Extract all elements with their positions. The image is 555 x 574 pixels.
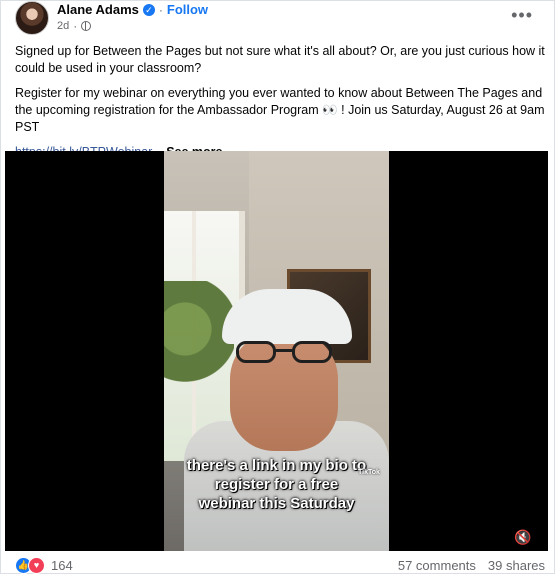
verified-badge-icon: ✓ [142,3,155,16]
caption-line-1: there's a link in my bio to [186,457,367,474]
name-row: Alane Adams ✓ · Follow [57,2,208,17]
person-cap [222,289,352,344]
shares-count[interactable]: 39 shares [488,558,545,573]
post-time[interactable]: 2d [57,20,69,32]
separator-dot: · [73,19,78,33]
separator-dot: · [158,2,163,17]
video-frame: there's a link in my bio to register for… [164,151,389,551]
reactions[interactable]: 👍 ♥ 164 [15,556,73,574]
post-paragraph-1: Signed up for Between the Pages but not … [15,44,545,75]
video-caption: there's a link in my bio to register for… [164,456,389,513]
comments-count[interactable]: 57 comments [398,558,476,573]
tiktok-watermark: TikTok [358,469,380,476]
facebook-post: Alane Adams ✓ · Follow 2d · ••• Signed u… [0,0,555,574]
globe-icon [81,21,92,31]
video-player[interactable]: there's a link in my bio to register for… [5,151,548,551]
caption-line-3: webinar this Saturday [198,495,355,512]
person-glasses [236,341,332,365]
author-name[interactable]: Alane Adams [57,2,139,17]
engagement-stats: 57 comments 39 shares [398,558,545,573]
follow-button[interactable]: Follow [167,2,208,17]
mute-icon[interactable]: 🔇 [514,529,531,546]
reaction-count[interactable]: 164 [51,558,73,573]
more-options-icon[interactable]: ••• [511,5,533,26]
post-header: Alane Adams ✓ · Follow 2d · ••• [15,1,545,37]
post-meta: 2d · [57,19,92,33]
avatar[interactable] [15,1,49,35]
love-icon: ♥ [28,556,45,574]
caption-line-2: register for a free [214,476,339,493]
post-footer: 👍 ♥ 164 57 comments 39 shares [15,556,545,574]
post-paragraph-2: Register for my webinar on everything yo… [15,86,545,134]
